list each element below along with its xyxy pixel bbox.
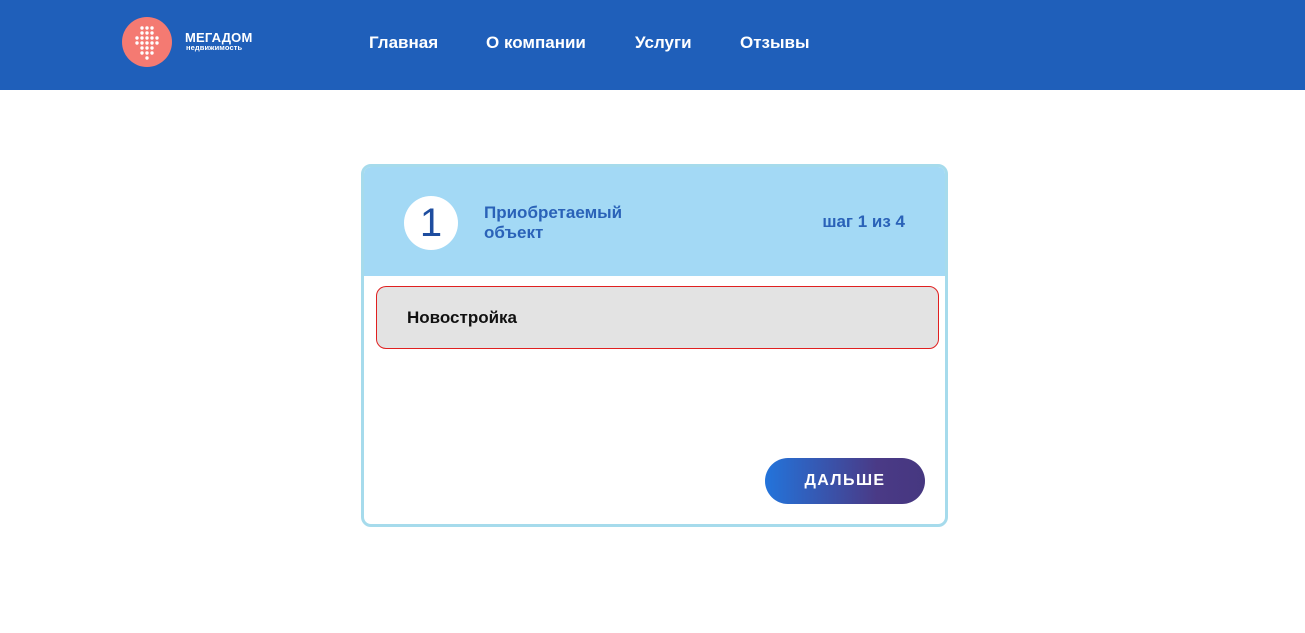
nav-item-reviews[interactable]: Отзывы <box>740 33 810 53</box>
option-label: Новостройка <box>407 308 518 327</box>
logo-subtitle: недвижимость <box>186 43 243 52</box>
nav-item-about[interactable]: О компании <box>486 33 586 53</box>
step-number-badge: 1 <box>404 196 458 250</box>
step-title: Приобретаемый объект <box>484 203 623 242</box>
logo-link[interactable]: МЕГАДОМ недвижимость <box>122 17 267 67</box>
step-counter: шаг 1 из 4 <box>822 212 905 231</box>
nav-item-home[interactable]: Главная <box>369 33 438 53</box>
next-button[interactable]: ДАЛЬШЕ <box>765 458 925 504</box>
dots-arrow-down-icon <box>122 17 172 67</box>
logo-dots-graphic <box>135 26 159 60</box>
site-header: МЕГАДОМ недвижимость Главная О компании … <box>0 0 1305 90</box>
option-new-building[interactable]: Новостройка <box>376 286 939 349</box>
quiz-header: 1 Приобретаемый объект шаг 1 из 4 <box>364 167 945 276</box>
quiz-card: 1 Приобретаемый объект шаг 1 из 4 Новост… <box>361 164 948 527</box>
nav-item-services[interactable]: Услуги <box>635 33 692 53</box>
